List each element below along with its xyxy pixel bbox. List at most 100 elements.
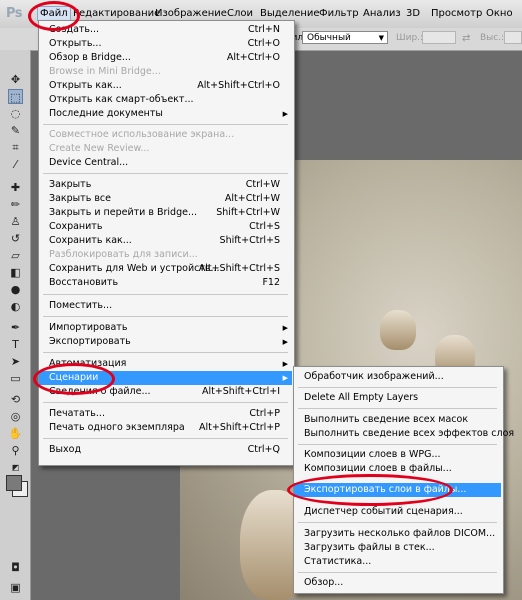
menu-view[interactable]: Просмотр xyxy=(431,8,482,19)
menu-item-label: Закрыть все xyxy=(49,193,112,204)
foreground-color-swatch[interactable] xyxy=(6,475,22,491)
menu-item-check-in: Разблокировать для записи... xyxy=(39,248,292,262)
submenu-item-load-dicom[interactable]: Загрузить несколько файлов DICOM... xyxy=(294,527,501,541)
menu-item-shortcut: Ctrl+W xyxy=(245,179,280,190)
menu-item-browse-bridge[interactable]: Обзор в Bridge... Alt+Ctrl+O xyxy=(39,51,292,65)
screen-mode-icon[interactable]: ▣ xyxy=(8,580,23,595)
3d-rotate-tool-icon[interactable]: ⟲ xyxy=(8,392,23,407)
submenu-item-script-events-manager[interactable]: Диспетчер событий сценария... xyxy=(294,505,501,519)
menu-item-open-smart-object[interactable]: Открыть как смарт-объект... xyxy=(39,93,292,107)
menu-item-shortcut: Alt+Ctrl+O xyxy=(226,52,280,63)
submenu-item-layer-comps-files[interactable]: Композиции слоев в файлы... xyxy=(294,462,501,476)
submenu-item-image-processor[interactable]: Обработчик изображений... xyxy=(294,370,501,384)
menu-item-label: Закрыть и перейти в Bridge... xyxy=(49,207,198,218)
menu-item-exit[interactable]: Выход Ctrl+Q xyxy=(39,443,292,457)
menu-item-label: Совместное использование экрана... xyxy=(49,129,235,140)
menu-item-new[interactable]: Создать... Ctrl+N xyxy=(39,23,292,37)
menu-file[interactable]: Файл xyxy=(37,6,71,21)
menu-item-revert[interactable]: Восстановить F12 xyxy=(39,276,292,290)
menu-item-automate[interactable]: Автоматизация ▶ xyxy=(39,357,292,371)
menu-item-shortcut: Alt+Shift+Ctrl+P xyxy=(199,422,280,433)
menu-item-scripts[interactable]: Сценарии ▶ xyxy=(39,371,292,385)
quick-select-tool-icon[interactable]: ✎ xyxy=(8,123,23,138)
menu-item-label: Открыть как смарт-объект... xyxy=(49,94,194,105)
submenu-item-delete-empty-layers[interactable]: Delete All Empty Layers xyxy=(294,391,501,405)
lasso-tool-icon[interactable]: ◌ xyxy=(8,106,23,121)
menu-item-label: Импортировать xyxy=(49,322,128,333)
submenu-item-export-layers-to-files[interactable]: Экспортировать слои в файлы... xyxy=(294,483,501,497)
submenu-item-load-files-stack[interactable]: Загрузить файлы в стек... xyxy=(294,541,501,555)
submenu-arrow-icon: ▶ xyxy=(282,324,288,332)
menu-item-file-info[interactable]: Сведения о файле... Alt+Shift+Ctrl+I xyxy=(39,385,292,399)
menu-item-save[interactable]: Сохранить Ctrl+S xyxy=(39,220,292,234)
menu-item-label: Сохранить xyxy=(49,221,103,232)
eraser-tool-icon[interactable]: ▱ xyxy=(8,248,23,263)
menu-analysis[interactable]: Анализ xyxy=(363,8,401,19)
menu-layers[interactable]: Слои xyxy=(227,8,253,19)
submenu-item-flatten-masks[interactable]: Выполнить сведение всех масок xyxy=(294,413,501,427)
menu-image[interactable]: Изображение xyxy=(155,8,227,19)
height-field[interactable] xyxy=(504,31,522,44)
photoshop-logo: Ps xyxy=(6,6,23,21)
dodge-tool-icon[interactable]: ◐ xyxy=(8,299,23,314)
menu-edit[interactable]: Редактирование xyxy=(73,8,160,19)
healing-brush-tool-icon[interactable]: ✚ xyxy=(8,180,23,195)
menu-separator xyxy=(43,124,288,125)
type-tool-icon[interactable]: T xyxy=(8,337,23,352)
menu-item-shortcut: Alt+Shift+Ctrl+O xyxy=(197,80,280,91)
menu-item-export[interactable]: Экспортировать ▶ xyxy=(39,335,292,349)
default-colors-icon[interactable]: ◩ xyxy=(8,460,23,475)
menu-item-device-central[interactable]: Device Central... xyxy=(39,156,292,170)
quick-mask-icon[interactable]: ◘ xyxy=(8,560,23,575)
menu-item-shortcut: Ctrl+N xyxy=(248,24,280,35)
brush-tool-icon[interactable]: ✏ xyxy=(8,197,23,212)
style-select[interactable]: Обычный ▼ xyxy=(302,31,388,44)
gradient-tool-icon[interactable]: ◧ xyxy=(8,265,23,280)
menu-3d[interactable]: 3D xyxy=(406,8,420,19)
menu-item-label: Последние документы xyxy=(49,108,163,119)
menu-item-place[interactable]: Поместить... xyxy=(39,299,292,313)
menu-item-import[interactable]: Импортировать ▶ xyxy=(39,321,292,335)
eyedropper-tool-icon[interactable]: ⁄ xyxy=(8,157,23,172)
submenu-arrow-icon: ▶ xyxy=(282,360,288,368)
menu-item-save-for-web[interactable]: Сохранить для Web и устройств... Alt+Shif… xyxy=(39,262,292,276)
menu-item-label: Обработчик изображений... xyxy=(304,371,444,382)
crop-tool-icon[interactable]: ⌗ xyxy=(8,140,23,155)
submenu-item-browse[interactable]: Обзор... xyxy=(294,576,501,590)
menu-select[interactable]: Выделение xyxy=(260,8,320,19)
menu-item-recent-documents[interactable]: Последние документы ▶ xyxy=(39,107,292,121)
path-select-tool-icon[interactable]: ➤ xyxy=(8,354,23,369)
blur-tool-icon[interactable]: ● xyxy=(8,282,23,297)
menu-item-close-all[interactable]: Закрыть все Alt+Ctrl+W xyxy=(39,192,292,206)
submenu-item-flatten-layer-effects[interactable]: Выполнить сведение всех эффектов слоя xyxy=(294,427,514,441)
menu-item-print-one-copy[interactable]: Печать одного экземпляра Alt+Shift+Ctrl+P xyxy=(39,421,292,435)
menu-window[interactable]: Окно xyxy=(486,8,513,19)
menu-item-shortcut: Ctrl+S xyxy=(249,221,280,232)
menu-item-close-go-bridge[interactable]: Закрыть и перейти в Bridge... Shift+Ctrl+… xyxy=(39,206,292,220)
menu-item-label: Выполнить сведение всех масок xyxy=(304,414,469,425)
file-menu: Создать... Ctrl+N Открыть... Ctrl+O Обзор … xyxy=(38,20,295,466)
menu-item-close[interactable]: Закрыть Ctrl+W xyxy=(39,178,292,192)
pen-tool-icon[interactable]: ✒ xyxy=(8,320,23,335)
submenu-item-layer-comps-wpg[interactable]: Композиции слоев в WPG... xyxy=(294,448,501,462)
menu-item-label: Печать одного экземпляра xyxy=(49,422,185,433)
menu-item-save-as[interactable]: Сохранить как... Shift+Ctrl+S xyxy=(39,234,292,248)
3d-camera-tool-icon[interactable]: ◎ xyxy=(8,409,23,424)
zoom-tool-icon[interactable]: ⚲ xyxy=(8,443,23,458)
menu-item-print[interactable]: Печатать... Ctrl+P xyxy=(39,407,292,421)
menu-filter[interactable]: Фильтр xyxy=(319,8,359,19)
marquee-tool-icon[interactable]: ⬚ xyxy=(8,89,23,104)
clone-stamp-tool-icon[interactable]: ♙ xyxy=(8,214,23,229)
menu-item-label: Выход xyxy=(49,444,82,455)
width-field[interactable] xyxy=(422,31,456,44)
menu-item-label: Сохранить как... xyxy=(49,235,132,246)
menu-item-open[interactable]: Открыть... Ctrl+O xyxy=(39,37,292,51)
menu-item-label: Сценарии xyxy=(49,372,99,383)
hand-tool-icon[interactable]: ✋ xyxy=(8,426,23,441)
swap-icon[interactable]: ⇄ xyxy=(462,33,470,44)
history-brush-tool-icon[interactable]: ↺ xyxy=(8,231,23,246)
submenu-item-statistics[interactable]: Статистика... xyxy=(294,555,501,569)
shape-tool-icon[interactable]: ▭ xyxy=(8,371,23,386)
menu-item-open-as[interactable]: Открыть как... Alt+Shift+Ctrl+O xyxy=(39,79,292,93)
move-tool-icon[interactable]: ✥ xyxy=(8,72,23,87)
